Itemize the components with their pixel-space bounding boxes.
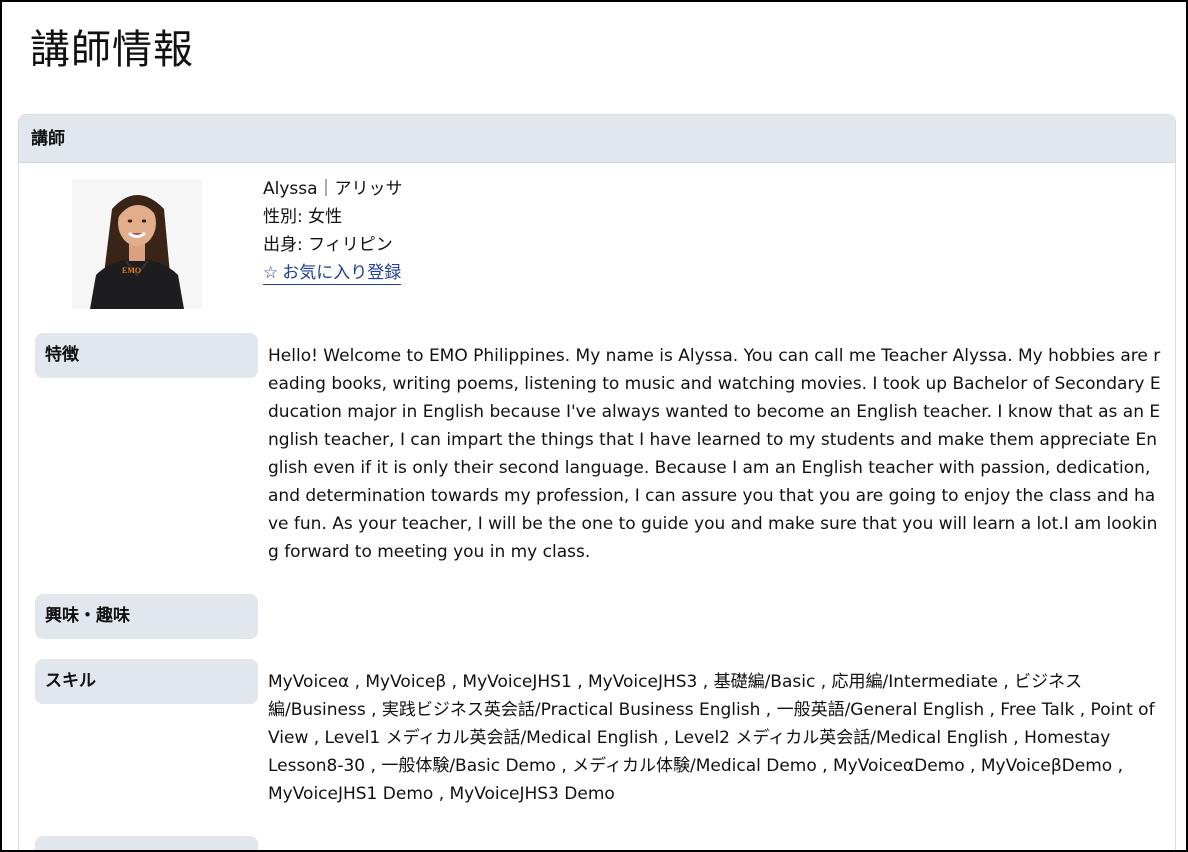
teacher-card: 講師 EMO Alyssa｜アリッサ 性別: 女性 出身: フィリピン ☆ お気…: [18, 114, 1176, 850]
section-value-skills: MyVoiceα , MyVoiceβ , MyVoiceJHS1 , MyVo…: [268, 672, 1155, 804]
shirt-logo: EMO: [122, 266, 141, 275]
section-value-features: Hello! Welcome to EMO Philippines. My na…: [268, 346, 1161, 562]
teacher-origin: 出身: フィリピン: [263, 235, 393, 255]
browser-frame: 講師情報 講師 EMO Alyssa｜アリッサ 性別: 女性 出身: フィリピン…: [0, 0, 1188, 852]
favorite-link[interactable]: ☆ お気に入り登録: [263, 262, 402, 285]
teacher-profile: Alyssa｜アリッサ 性別: 女性 出身: フィリピン ☆ お気に入り登録: [263, 175, 403, 287]
star-outline-icon: ☆: [263, 263, 279, 283]
page-title: 講師情報: [30, 27, 194, 73]
card-header: 講師: [19, 115, 1175, 163]
section-label-next: [35, 836, 258, 850]
section-label-features: 特徴: [35, 333, 258, 378]
teacher-gender: 性別: 女性: [263, 207, 343, 227]
teacher-name: Alyssa｜アリッサ: [263, 179, 403, 199]
favorite-label: お気に入り登録: [282, 263, 402, 283]
section-label-skills: スキル: [35, 659, 258, 704]
teacher-portrait-image: EMO: [72, 179, 202, 309]
section-label-interests: 興味・趣味: [35, 594, 258, 639]
teacher-photo: EMO: [72, 179, 202, 309]
